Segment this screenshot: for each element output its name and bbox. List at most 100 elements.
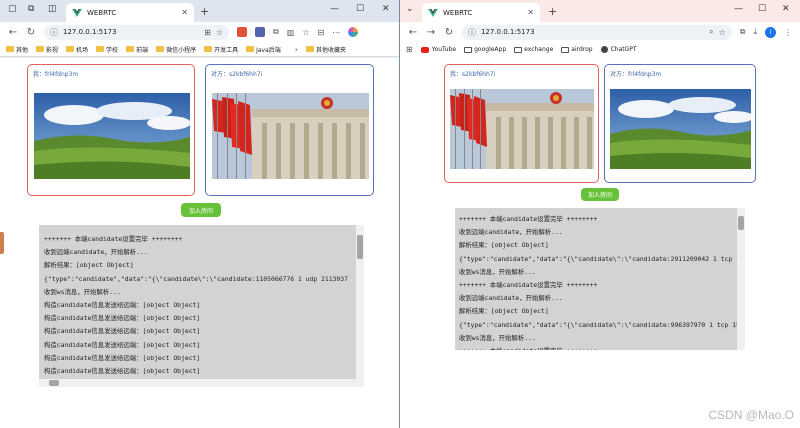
page-content: 我：frl4fdnp3m 对方：s2kbf6hh7i 加入房间 +++++++ … — [0, 58, 399, 428]
bookmark-chatgpt[interactable]: ChatGPT — [600, 46, 637, 53]
scroll-thumb[interactable] — [357, 235, 363, 259]
site-info-icon[interactable]: ⓘ — [468, 27, 476, 38]
tabs-icon[interactable]: ⧉ — [28, 4, 34, 14]
new-tab-icon[interactable]: + — [548, 5, 557, 18]
extension-icon[interactable] — [255, 27, 265, 37]
profile-icon[interactable]: i — [765, 26, 776, 38]
scroll-thumb[interactable] — [738, 216, 744, 230]
remote-video — [610, 89, 751, 169]
log-line: 构造candidate信息发送给远端：[object Object] — [44, 353, 201, 362]
remote-video-card: 对方：frl4fdnp3m — [604, 64, 756, 183]
log-line: {"type":"candidate","data":"{\"candidate… — [44, 274, 348, 283]
folder-icon — [464, 46, 473, 53]
log-line: 收到ws消息，开始解析... — [459, 267, 536, 276]
close-tab-icon[interactable]: ✕ — [181, 8, 188, 17]
close-window-icon[interactable]: ✕ — [782, 4, 790, 14]
url-text: 127.0.0.1:5173 — [63, 28, 117, 36]
copilot-icon[interactable] — [348, 27, 359, 37]
log-line: 构造candidate信息发送给远端：[object Object] — [44, 314, 201, 323]
bookmark-folder[interactable]: 机场 — [66, 45, 88, 54]
bookmark-folder[interactable]: 微信小程序 — [156, 45, 196, 54]
bookmark-folder-other[interactable]: 其他收藏夹 — [306, 45, 346, 54]
chatgpt-icon — [600, 46, 608, 53]
folder-icon — [306, 46, 314, 52]
address-bar-row: ← → ↻ ⓘ 127.0.0.1:5173 ⌕ ☆ ⧉ ⤓ i ⋮ — [400, 22, 800, 42]
remote-video — [212, 93, 369, 179]
tab-webrtc[interactable]: WEBRTC ✕ — [422, 3, 540, 22]
join-room-button[interactable]: 加入房间 — [581, 188, 619, 201]
tab-search-icon[interactable]: ⌄ — [406, 4, 414, 14]
favorites-icon[interactable]: ☆ — [302, 28, 309, 37]
bookmark-folder[interactable]: 前端 — [126, 45, 148, 54]
new-tab-icon[interactable]: + — [200, 5, 209, 18]
bookmark-folder[interactable]: 其他 — [6, 45, 28, 54]
folder-icon — [126, 46, 135, 52]
local-peer-label: 我：frl4fdnp3m — [33, 71, 79, 78]
address-bar[interactable]: ⓘ 127.0.0.1:5173 ⌕ ☆ — [461, 24, 732, 40]
site-info-icon[interactable]: ⓘ — [50, 27, 58, 38]
star-icon[interactable]: ☆ — [719, 28, 726, 37]
bookmark-folder[interactable]: airdrop — [561, 46, 593, 53]
maximize-icon[interactable]: ☐ — [758, 4, 766, 14]
bookmark-folder[interactable]: exchange — [514, 46, 553, 53]
zoom-icon[interactable]: ⌕ — [709, 27, 713, 37]
maximize-icon[interactable]: ☐ — [356, 4, 364, 14]
bookmark-folder[interactable]: googleApp — [464, 46, 506, 53]
tab-title: WEBRTC — [443, 8, 473, 17]
split-view-icon[interactable]: ▥ — [287, 28, 295, 37]
tab-webrtc[interactable]: WEBRTC ✕ — [66, 3, 194, 22]
bookmark-folder[interactable]: 开发工具 — [204, 45, 238, 54]
install-app-icon[interactable]: ⊞ — [204, 28, 211, 37]
close-tab-icon[interactable]: ✕ — [527, 8, 534, 17]
log-lines: +++++++ 本端candidate设置完毕 ++++++++ 收到远端cand… — [459, 213, 744, 350]
vertical-scrollbar[interactable] — [737, 208, 745, 350]
folder-icon — [561, 46, 570, 53]
minimize-icon[interactable]: — — [330, 4, 339, 14]
reload-icon[interactable]: ↻ — [444, 27, 454, 38]
more-icon[interactable]: ⋯ — [332, 28, 340, 37]
folder-icon — [246, 46, 255, 52]
window-menu-icon[interactable]: ▢ — [8, 4, 17, 14]
extensions-icon[interactable]: ⧉ — [740, 27, 746, 37]
tab-strip: ▢ ⧉ ◫ WEBRTC ✕ + — ☐ ✕ — [0, 0, 399, 22]
extensions-icon[interactable]: ⧉ — [273, 27, 279, 37]
collections-icon[interactable]: ⊟ — [317, 28, 324, 37]
horizontal-scrollbar[interactable] — [39, 379, 356, 387]
log-line: 解析结果：[object Object] — [459, 241, 549, 250]
log-line: +++++++ 本端candidate设置完毕 ++++++++ — [459, 345, 735, 350]
bookmark-folder[interactable]: 影视 — [36, 45, 58, 54]
download-icon[interactable]: ⤓ — [753, 27, 757, 37]
bookmark-folder[interactable]: 学校 — [96, 45, 118, 54]
sidebar-icon[interactable]: ◫ — [48, 4, 57, 14]
bookmark-youtube[interactable]: YouTube — [420, 46, 456, 53]
star-icon[interactable]: ☆ — [216, 28, 223, 37]
resize-handle[interactable] — [0, 232, 4, 254]
log-line: +++++++ 本端candidate设置完毕 ++++++++ — [459, 280, 598, 289]
extension-icon[interactable] — [237, 27, 247, 37]
right-browser-window: ⌄ WEBRTC ✕ + — ☐ ✕ ← → ↻ ⓘ 127.0.0.1:517… — [400, 0, 800, 428]
folder-icon — [66, 46, 75, 52]
apps-icon[interactable]: ⊞ — [406, 45, 413, 54]
log-line: 收到远端candidate，开始解析... — [44, 248, 148, 257]
vue-logo-icon — [428, 8, 438, 17]
folder-icon — [156, 46, 165, 52]
close-window-icon[interactable]: ✕ — [382, 4, 390, 14]
join-room-button[interactable]: 加入房间 — [181, 203, 221, 217]
vertical-scrollbar[interactable] — [356, 225, 364, 387]
back-icon[interactable]: ← — [8, 27, 18, 38]
back-icon[interactable]: ← — [408, 27, 418, 38]
bookmark-folder[interactable]: Java后端 — [246, 45, 281, 54]
more-icon[interactable]: ⋮ — [784, 28, 792, 37]
forward-icon[interactable]: → — [426, 27, 436, 38]
minimize-icon[interactable]: — — [734, 4, 743, 14]
folder-icon — [36, 46, 45, 52]
scroll-thumb[interactable] — [49, 380, 59, 386]
reload-icon[interactable]: ↻ — [26, 27, 36, 38]
log-panel[interactable]: +++++++ 本端candidate设置完毕 ++++++++ 收到远端cand… — [39, 225, 364, 387]
log-line: 构造candidate信息发送给远端：[object Object] — [44, 340, 201, 349]
grassland-scene-image — [610, 89, 751, 169]
chevron-right-icon[interactable]: › — [295, 45, 298, 54]
log-panel[interactable]: +++++++ 本端candidate设置完毕 ++++++++ 收到远端cand… — [455, 208, 745, 350]
tab-title: WEBRTC — [87, 8, 117, 17]
address-bar[interactable]: ⓘ 127.0.0.1:5173 ⊞ ☆ — [44, 24, 229, 40]
